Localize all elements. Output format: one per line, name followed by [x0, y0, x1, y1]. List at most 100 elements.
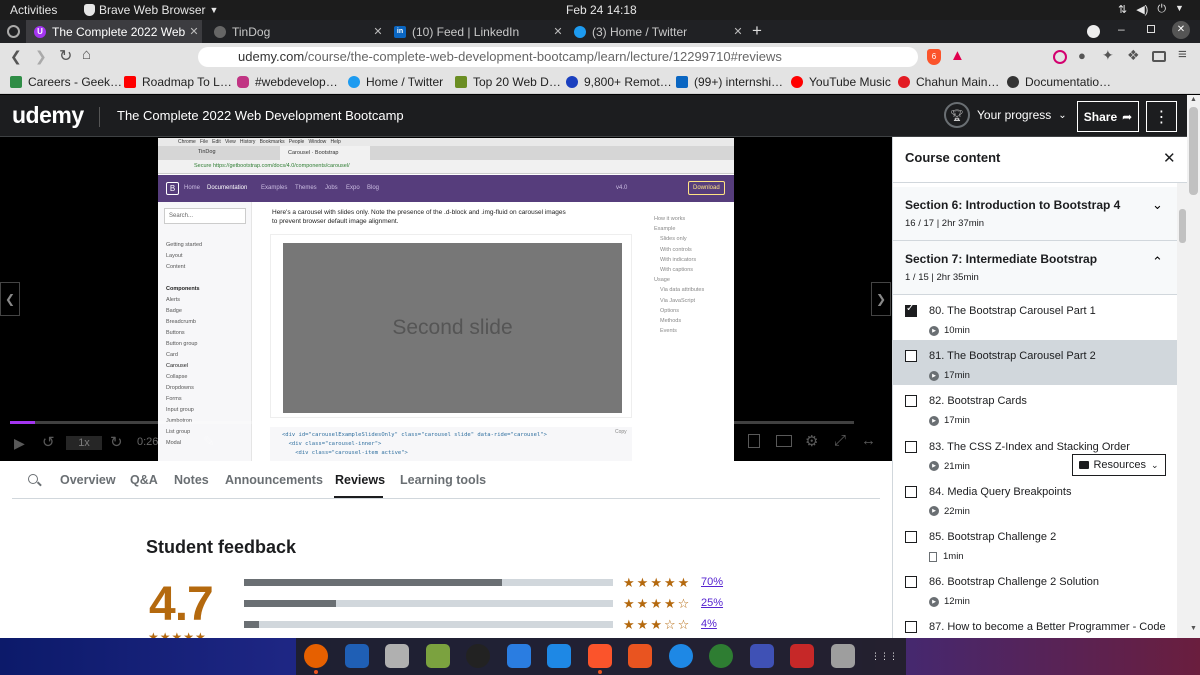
- tab-notes[interactable]: Notes: [174, 473, 209, 487]
- scroll-down-icon[interactable]: ▼: [1190, 625, 1197, 632]
- volume-icon[interactable]: ◀): [719, 433, 734, 450]
- tab-udemy[interactable]: U The Complete 2022 Web D ✕: [26, 20, 202, 43]
- settings-icon[interactable]: ⚙: [805, 432, 818, 450]
- prev-lecture-arrow[interactable]: ❮: [0, 282, 20, 316]
- software-icon[interactable]: [628, 644, 652, 668]
- progress-button[interactable]: 🏆︎ Your progress ⌄: [944, 102, 1067, 128]
- lecture-item[interactable]: 86. Bootstrap Challenge 2 Solution ▶ 12min: [893, 566, 1177, 611]
- vscode-icon[interactable]: [547, 644, 571, 668]
- bookmark-item[interactable]: Careers - Geek…: [10, 75, 122, 89]
- clock[interactable]: Feb 24 14:18: [566, 3, 637, 17]
- tab-reviews[interactable]: Reviews: [335, 473, 385, 487]
- more-options-button[interactable]: ⋮: [1146, 101, 1177, 132]
- back-icon[interactable]: ❮: [10, 48, 22, 65]
- lecture-checkbox[interactable]: [905, 485, 917, 498]
- page-scrollbar[interactable]: ▲ ▼: [1187, 95, 1200, 638]
- microphone-icon[interactable]: ●: [1078, 48, 1086, 63]
- udemy-logo[interactable]: udemy: [12, 102, 84, 129]
- writer-icon[interactable]: [506, 644, 531, 668]
- speed-button[interactable]: 1x: [66, 436, 102, 450]
- sidebar-scroll-thumb[interactable]: [1179, 209, 1186, 243]
- course-title[interactable]: The Complete 2022 Web Development Bootca…: [117, 108, 404, 123]
- record-icon[interactable]: [1053, 50, 1067, 64]
- lecture-checkbox[interactable]: [905, 350, 917, 363]
- rating-bar-5[interactable]: [244, 579, 613, 586]
- close-tab-icon[interactable]: ✕: [370, 25, 386, 38]
- close-tab-icon[interactable]: ✕: [730, 25, 746, 38]
- bookmark-item[interactable]: YouTube Music: [791, 75, 891, 89]
- rating-bar-4[interactable]: [244, 600, 613, 607]
- home-icon[interactable]: ⌂: [82, 46, 91, 63]
- new-tab-button[interactable]: +: [752, 21, 762, 41]
- lecture-item[interactable]: 85. Bootstrap Challenge 2 1min: [893, 521, 1177, 566]
- close-tab-icon[interactable]: ✕: [550, 25, 566, 38]
- address-bar[interactable]: udemy.com/course/the-complete-web-develo…: [198, 47, 918, 67]
- rewind-icon[interactable]: ↺: [42, 433, 55, 451]
- lecture-item[interactable]: ✓ 80. The Bootstrap Carousel Part 1 ▶ 10min: [893, 295, 1177, 340]
- rhythmbox-icon[interactable]: [466, 644, 490, 668]
- lecture-checkbox[interactable]: [905, 531, 917, 543]
- fullscreen-icon[interactable]: ⤢: [834, 432, 846, 449]
- lecture-item[interactable]: 84. Media Query Breakpoints ▶ 22min: [893, 476, 1177, 521]
- rating-percent-4[interactable]: 25%: [701, 597, 723, 609]
- forward-icon[interactable]: ❯: [35, 48, 47, 65]
- calculator-icon[interactable]: [425, 644, 450, 668]
- reload-icon[interactable]: ↻: [59, 46, 72, 66]
- star-row-4[interactable]: ★ ★ ★ ★ ☆: [623, 597, 691, 610]
- transcript-icon[interactable]: [748, 434, 760, 448]
- bookmark-item[interactable]: #webdevelop…: [237, 75, 338, 89]
- rating-percent-3[interactable]: 4%: [701, 618, 717, 630]
- screenshot-icon[interactable]: [790, 644, 814, 668]
- files-icon[interactable]: [385, 644, 409, 668]
- lecture-checkbox[interactable]: [905, 440, 917, 453]
- rating-percent-5[interactable]: 70%: [701, 576, 723, 588]
- thunderbird-icon[interactable]: [344, 644, 369, 668]
- bookmark-item[interactable]: Chahun Main…: [898, 75, 999, 89]
- expand-icon[interactable]: ↔: [861, 432, 876, 449]
- star-row-5[interactable]: ★ ★ ★ ★ ★: [623, 576, 691, 589]
- bookmark-item[interactable]: 9,800+ Remot…: [566, 75, 672, 89]
- lecture-checkbox[interactable]: [905, 576, 917, 589]
- viewer-icon[interactable]: [830, 644, 855, 668]
- activities-button[interactable]: Activities: [10, 3, 57, 17]
- lecture-checkbox[interactable]: [905, 621, 917, 634]
- video-progress-track[interactable]: [10, 421, 854, 424]
- wallet-icon[interactable]: [1152, 51, 1166, 62]
- share-button[interactable]: Share ➦: [1077, 101, 1139, 132]
- globe-app-icon[interactable]: [709, 644, 733, 668]
- close-tab-icon[interactable]: ✕: [186, 25, 202, 38]
- tab-announcements[interactable]: Announcements: [225, 473, 323, 487]
- system-tray[interactable]: ⇅ ◀) ⏻ ▼: [1118, 3, 1184, 16]
- firefox-icon[interactable]: [304, 644, 328, 668]
- tab-twitter[interactable]: (3) Home / Twitter ✕: [566, 20, 746, 43]
- resources-button[interactable]: Resources ⌄: [1072, 454, 1166, 476]
- minimize-button[interactable]: –: [1118, 22, 1125, 36]
- next-lecture-arrow[interactable]: ❯: [871, 282, 891, 316]
- tab-learning-tools[interactable]: Learning tools: [400, 473, 486, 487]
- lecture-checkbox[interactable]: ✓: [905, 303, 917, 317]
- page-scroll-thumb[interactable]: [1189, 107, 1198, 195]
- lecture-item[interactable]: 81. The Bootstrap Carousel Part 2 ▶ 17min: [893, 340, 1177, 386]
- menu-icon[interactable]: ≡: [1178, 46, 1187, 63]
- help-icon[interactable]: [668, 644, 693, 668]
- section-header-6[interactable]: Section 6: Introduction to Bootstrap 4 1…: [893, 187, 1177, 241]
- bookmark-item[interactable]: Home / Twitter: [348, 75, 443, 89]
- tab-search-icon[interactable]: [7, 25, 20, 38]
- profile-icon[interactable]: [1087, 25, 1100, 38]
- play-icon[interactable]: ▶: [14, 435, 25, 452]
- video-player[interactable]: ❮ ❯ Chrome File Edit View History Bookma…: [0, 137, 892, 462]
- maximize-button[interactable]: [1147, 25, 1155, 33]
- lecture-item[interactable]: 87. How to become a Better Programmer - …: [893, 611, 1177, 638]
- brave-shields-icon[interactable]: 6: [927, 49, 941, 65]
- bookmark-item[interactable]: Documentatio…: [1007, 75, 1111, 89]
- puzzle-icon[interactable]: ❖: [1127, 47, 1140, 64]
- close-window-button[interactable]: ✕: [1172, 21, 1190, 39]
- bookmark-item[interactable]: Top 20 Web D…: [455, 75, 561, 89]
- section-header-7[interactable]: Section 7: Intermediate Bootstrap 1 / 15…: [893, 241, 1177, 295]
- tab-tindog[interactable]: TinDog ✕: [206, 20, 386, 43]
- scroll-up-icon[interactable]: ▲: [1190, 96, 1197, 103]
- app-grid-icon[interactable]: ⋮⋮⋮: [871, 644, 898, 668]
- lecture-checkbox[interactable]: [905, 395, 917, 408]
- captions-icon[interactable]: [776, 435, 792, 447]
- star-row-3[interactable]: ★ ★ ★ ☆ ☆: [623, 618, 691, 631]
